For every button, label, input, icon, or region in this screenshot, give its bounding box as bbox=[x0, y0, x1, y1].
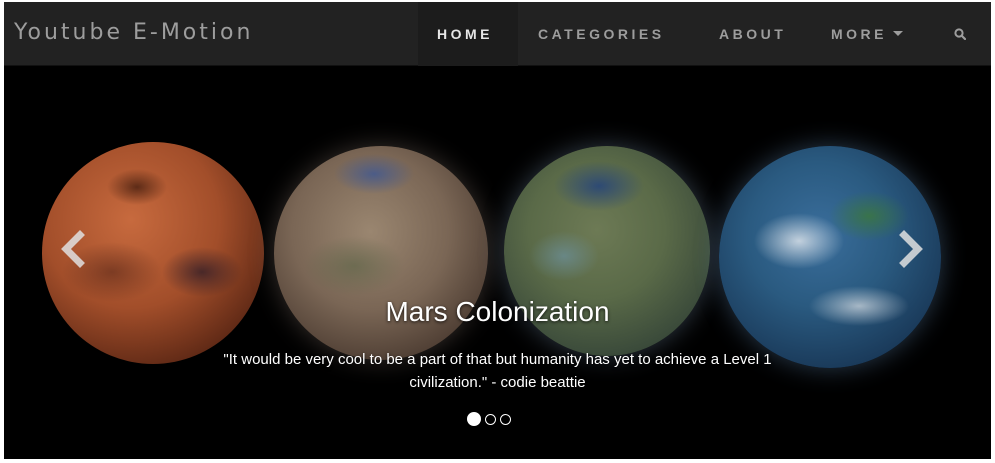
nav-item-categories[interactable]: CATEGORIES bbox=[538, 26, 665, 42]
caret-down-icon bbox=[893, 30, 903, 36]
search-icon[interactable] bbox=[954, 28, 966, 40]
carousel-indicator-1[interactable] bbox=[467, 412, 481, 426]
image-carousel: Mars Colonization "It would be very cool… bbox=[4, 66, 991, 459]
carousel-indicator-3[interactable] bbox=[500, 413, 511, 425]
carousel-indicators bbox=[467, 412, 511, 426]
nav-item-more[interactable]: MORE bbox=[831, 26, 903, 42]
nav-item-more-label: MORE bbox=[831, 26, 887, 42]
slide-caption: "It would be very cool to be a part of t… bbox=[223, 351, 772, 391]
chevron-left-icon[interactable] bbox=[58, 229, 88, 269]
page-frame: Youtube E-Motion HOME CATEGORIES ABOUT M… bbox=[4, 2, 991, 459]
slide-title: Mars Colonization bbox=[385, 296, 610, 327]
top-navbar: Youtube E-Motion HOME CATEGORIES ABOUT M… bbox=[4, 2, 991, 66]
brand-logo[interactable]: Youtube E-Motion bbox=[14, 20, 253, 45]
nav-item-about[interactable]: ABOUT bbox=[719, 26, 786, 42]
carousel-indicator-2[interactable] bbox=[485, 413, 496, 425]
nav-item-home[interactable]: HOME bbox=[437, 26, 493, 42]
chevron-right-icon[interactable] bbox=[896, 229, 926, 269]
